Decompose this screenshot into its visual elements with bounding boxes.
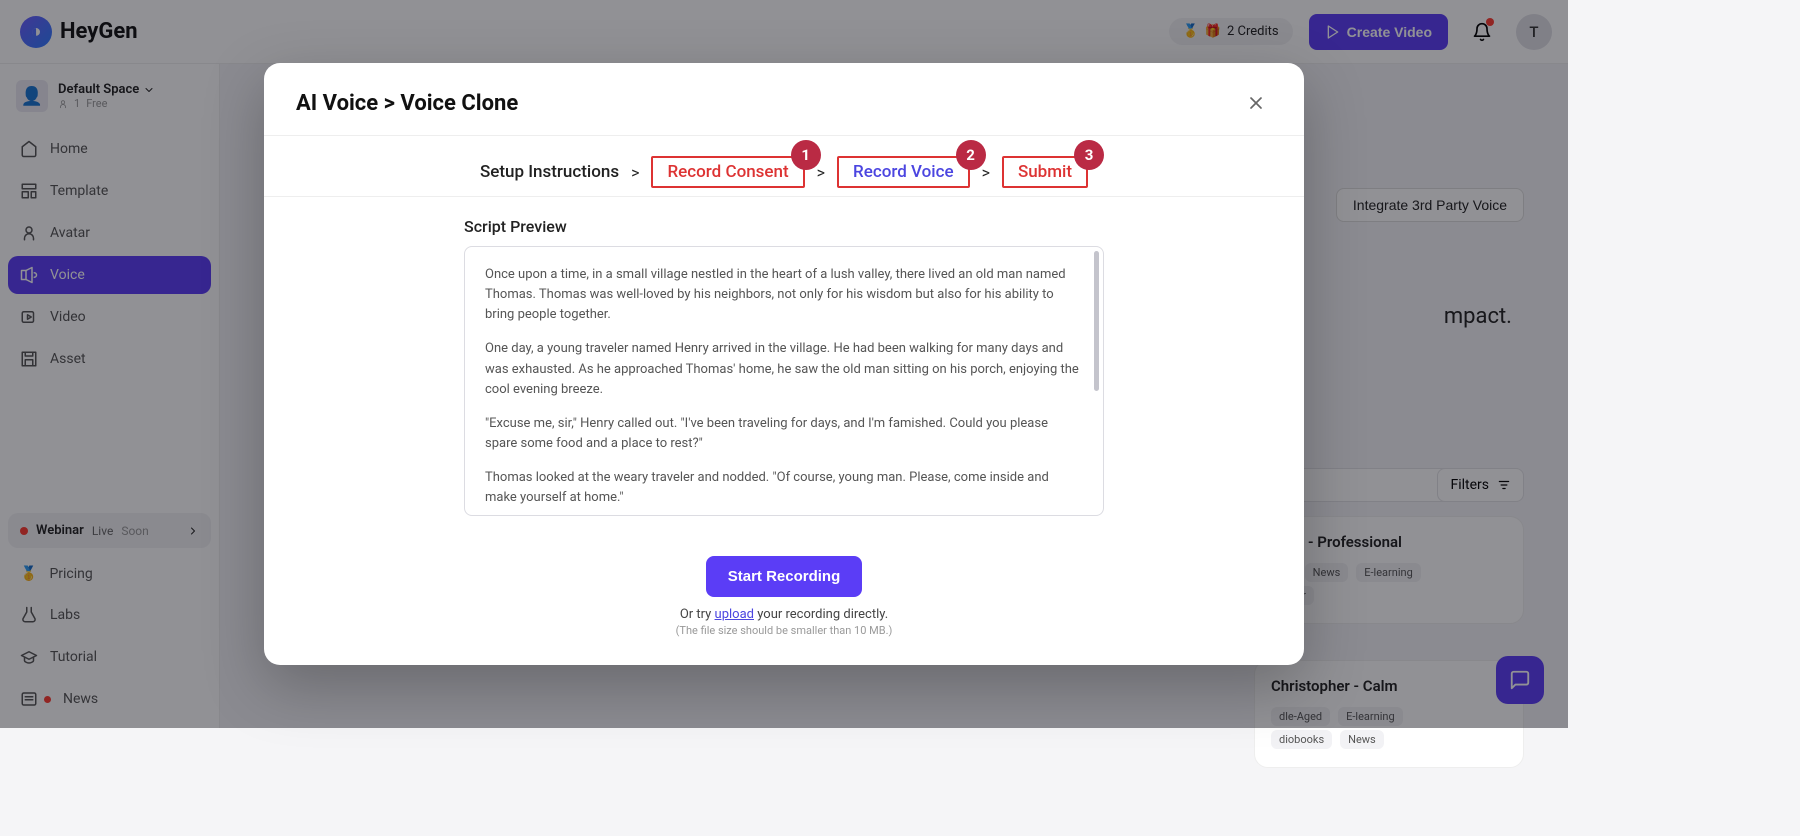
script-paragraph: "Excuse me, sir," Henry called out. "I'v… (485, 414, 1083, 454)
step-record-voice[interactable]: Record Voice 2 (837, 156, 970, 188)
modal-close-button[interactable] (1240, 87, 1272, 119)
step-badge: 3 (1074, 140, 1104, 170)
modal-title: AI Voice > Voice Clone (296, 91, 518, 116)
step-separator: > (982, 163, 990, 182)
start-recording-label: Start Recording (728, 568, 841, 585)
step-separator: > (631, 163, 639, 182)
or-try-prefix: Or try (680, 607, 715, 622)
script-paragraph: Once upon a time, in a small village nes… (485, 265, 1083, 325)
or-try-suffix: your recording directly. (754, 607, 888, 622)
step-label: Submit (1018, 162, 1072, 182)
voice-tag: diobooks (1271, 730, 1332, 749)
upload-link[interactable]: upload (715, 607, 754, 622)
modal-overlay: AI Voice > Voice Clone Setup Instruction… (0, 0, 1568, 728)
step-label: Record Consent (667, 162, 788, 182)
script-preview-box[interactable]: Once upon a time, in a small village nes… (464, 246, 1104, 516)
step-record-consent[interactable]: Record Consent 1 (651, 156, 804, 188)
step-setup-instructions: Setup Instructions (480, 162, 619, 182)
step-badge: 1 (791, 140, 821, 170)
step-separator: > (817, 163, 825, 182)
step-label: Record Voice (853, 162, 954, 182)
script-preview-heading: Script Preview (464, 217, 1104, 236)
script-paragraph: Thomas looked at the weary traveler and … (485, 468, 1083, 508)
voice-clone-modal: AI Voice > Voice Clone Setup Instruction… (264, 63, 1304, 665)
scrollbar-thumb[interactable] (1094, 251, 1099, 391)
voice-tag: News (1340, 730, 1384, 749)
upload-alternative-line: Or try upload your recording directly. (464, 607, 1104, 622)
upload-size-note: (The file size should be smaller than 10… (464, 624, 1104, 637)
close-icon (1246, 93, 1266, 113)
wizard-steps: Setup Instructions > Record Consent 1 > … (264, 136, 1304, 197)
script-paragraph: One day, a young traveler named Henry ar… (485, 339, 1083, 399)
step-badge: 2 (956, 140, 986, 170)
step-submit[interactable]: Submit 3 (1002, 156, 1088, 188)
start-recording-button[interactable]: Start Recording (706, 556, 863, 597)
